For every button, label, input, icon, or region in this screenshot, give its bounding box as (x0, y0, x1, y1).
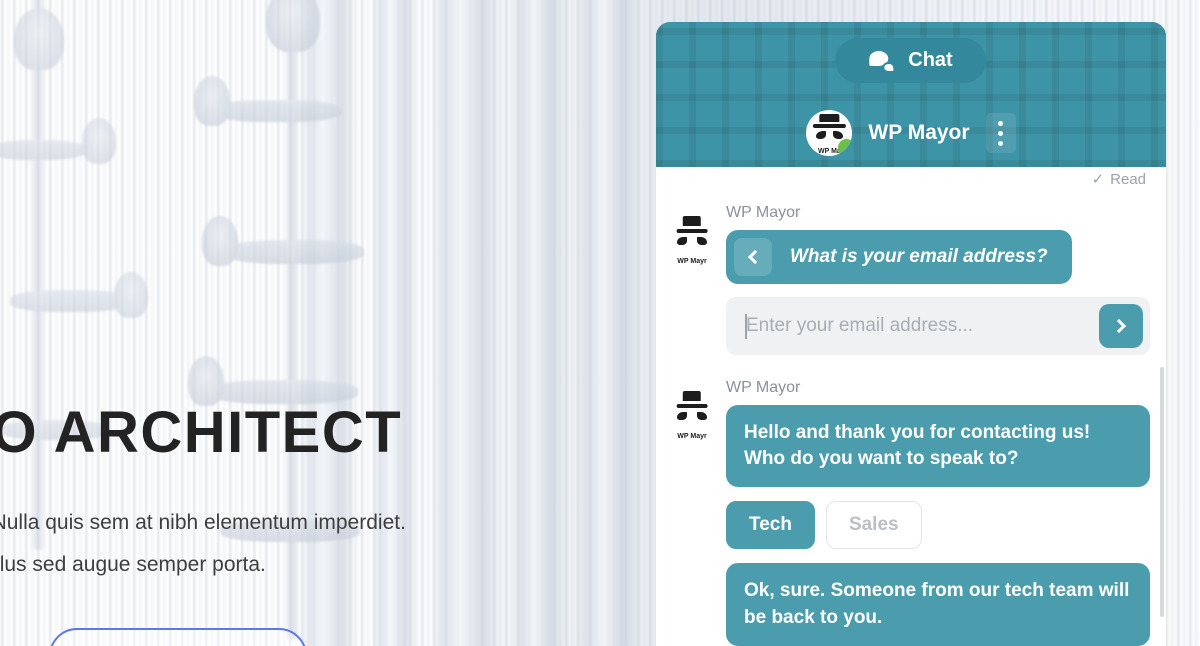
page-title: ME TO ARCHITECT (0, 400, 403, 465)
hero-paragraph-line-1: diam. Sed nisi. Nulla quis sem at nibh e… (0, 511, 406, 534)
avatar: WP Ma (806, 110, 853, 156)
send-button[interactable] (1099, 304, 1143, 348)
choice-tech[interactable]: Tech (726, 501, 815, 550)
message-bubble: Ok, sure. Someone from our tech team wil… (726, 563, 1150, 646)
email-field[interactable] (746, 315, 1086, 337)
scrollbar-thumb[interactable] (1160, 367, 1164, 617)
quick-reply-choices: Tech Sales (726, 501, 1152, 550)
message-text: What is your email address? (790, 245, 1048, 267)
message-author: WP Mayor (726, 379, 801, 396)
choice-sales[interactable]: Sales (825, 501, 922, 550)
avatar-logo-text: WP Mayr (677, 432, 707, 440)
online-status-dot (838, 139, 853, 156)
message-author: WP Mayor (726, 204, 801, 221)
avatar-logo-text: WP Mayr (677, 257, 707, 265)
chat-widget: Chat WP Ma WP Mayor ✓ Read WP Mayr WP Ma… (656, 22, 1166, 646)
message-bubble-question: What is your email address? (726, 230, 1072, 284)
hero-paragraph-line-2: is mauris nec tellus sed augue semper po… (0, 553, 266, 577)
message-bubble: Hello and thank you for contacting us! W… (726, 405, 1150, 488)
top-hat-mustache-logo-icon: WP Mayr (670, 214, 714, 266)
hero-copy: ME TO ARCHITECT diam. Sed nisi. Nulla qu… (0, 404, 668, 582)
kebab-menu-icon[interactable] (985, 113, 1016, 153)
check-icon: ✓ (1091, 171, 1105, 188)
tab-chat[interactable]: Chat (835, 38, 987, 83)
top-hat-mustache-logo-icon: WP Mayr (670, 389, 714, 441)
agent-row: WP Ma WP Mayor (656, 110, 1166, 156)
webpage-with-chat-widget: ME TO ARCHITECT diam. Sed nisi. Nulla qu… (0, 0, 1200, 646)
chat-widget-header: Chat WP Ma WP Mayor (656, 22, 1166, 167)
hero-cta-button[interactable] (49, 628, 307, 646)
chevron-left-icon[interactable] (734, 238, 772, 276)
read-receipt-label: Read (1110, 170, 1146, 188)
message-group: WP Mayr WP Mayor Hello and thank you for… (670, 379, 1152, 646)
agent-name: WP Mayor (868, 121, 970, 144)
tab-chat-label: Chat (908, 49, 953, 71)
message-group: WP Mayr WP Mayor What is your email addr… (670, 204, 1152, 355)
chat-bubbles-icon (869, 50, 896, 73)
avatar-logo-text: WP Ma (818, 148, 841, 156)
email-input-row[interactable] (726, 297, 1150, 355)
avatar: WP Mayr (670, 214, 714, 266)
read-receipt: ✓ Read (670, 167, 1152, 189)
avatar: WP Mayr (670, 389, 714, 441)
text-caret (745, 314, 747, 339)
chat-message-list[interactable]: ✓ Read WP Mayr WP Mayor What is your ema… (656, 167, 1166, 646)
